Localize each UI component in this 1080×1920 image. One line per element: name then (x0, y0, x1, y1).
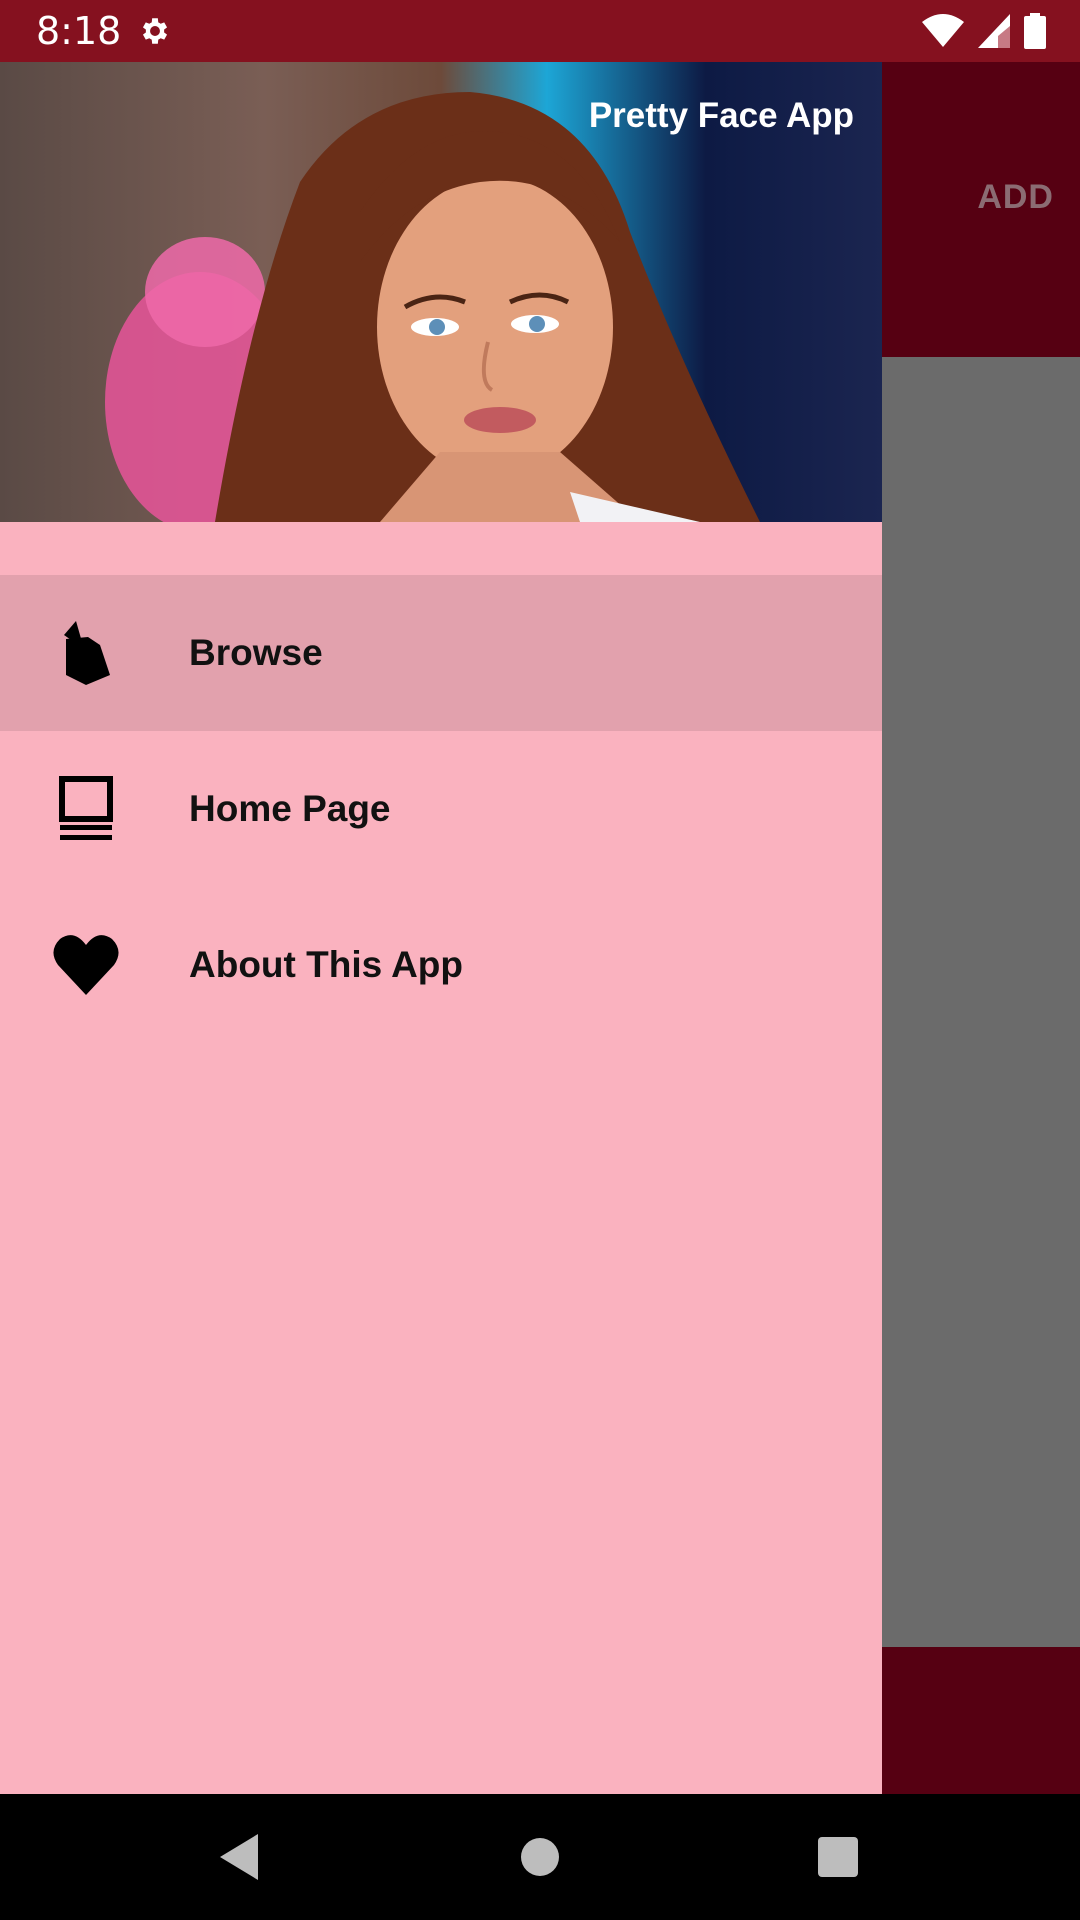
back-icon[interactable] (216, 1832, 266, 1882)
navigation-drawer: Pretty Face App Browse Home Page About T… (0, 62, 882, 1794)
recents-icon[interactable] (813, 1832, 863, 1882)
system-navigation-bar (0, 1794, 1080, 1920)
drawer-title: Pretty Face App (588, 96, 854, 135)
firebase-icon (64, 621, 110, 685)
drawer-menu: Browse Home Page About This App (0, 575, 882, 1043)
laptop-icon (59, 776, 113, 840)
status-bar: 8:18 (0, 0, 1080, 62)
gear-icon (142, 18, 168, 44)
signal-icon (978, 14, 1010, 48)
nav-label-browse: Browse (189, 632, 323, 673)
wifi-icon (922, 14, 964, 47)
home-icon[interactable] (515, 1832, 565, 1882)
heart-icon (53, 935, 119, 995)
battery-icon (1024, 13, 1046, 49)
nav-label-about: About This App (189, 944, 464, 985)
add-button[interactable]: ADD (977, 178, 1054, 217)
nav-item-browse[interactable]: Browse (0, 575, 882, 731)
nav-item-about[interactable]: About This App (0, 887, 882, 1043)
drawer-header-image: Pretty Face App (0, 62, 882, 522)
nav-label-home-page: Home Page (189, 788, 391, 829)
status-time: 8:18 (36, 9, 122, 53)
nav-item-home-page[interactable]: Home Page (0, 731, 882, 887)
